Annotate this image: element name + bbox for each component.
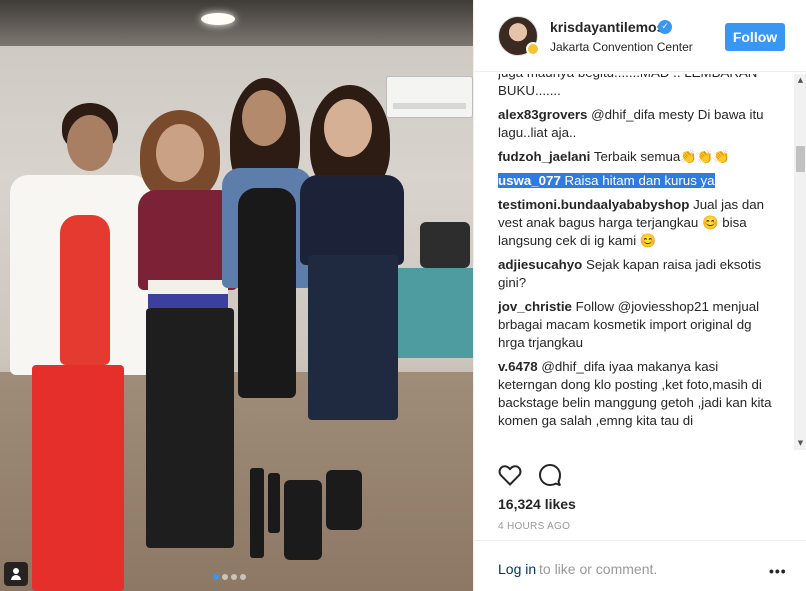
post-location[interactable]: Jakarta Convention Center [550, 40, 693, 54]
avatar-story-badge [526, 42, 540, 56]
follow-button[interactable]: Follow [725, 23, 785, 51]
comment-text: @dhif_difa iyaa makanya kasi keterngan d… [498, 359, 772, 428]
carousel-dot-3[interactable] [231, 574, 237, 580]
photo-ceiling [0, 0, 473, 46]
login-prompt-text: to like or comment. [539, 561, 658, 577]
comment-item: adjiesucahyo Sejak kapan raisa jadi ekso… [498, 256, 778, 292]
comment-username[interactable]: v.6478 [498, 359, 538, 374]
comments-list[interactable]: juga maunya begitu.......MAD .. LEMBARAN… [498, 74, 778, 450]
comment-item-selected: uswa_077 Raisa hitam dan kurus ya [498, 172, 778, 190]
carousel-dot-1[interactable] [213, 574, 219, 580]
photo-person-4 [284, 85, 410, 565]
photo-bag [420, 222, 470, 268]
comment-item: alex83grovers @dhif_difa mesty Di bawa i… [498, 106, 778, 142]
comment-item: testimoni.bundaalyababyshop Jual jas dan… [498, 196, 778, 250]
login-link[interactable]: Log in [498, 561, 536, 577]
speech-bubble-icon[interactable] [538, 463, 562, 487]
post-username[interactable]: krisdayantilemos [550, 19, 664, 35]
carousel-dot-4[interactable] [240, 574, 246, 580]
comment-item: v.6478 @dhif_difa iyaa makanya kasi kete… [498, 358, 778, 430]
post-timestamp[interactable]: 4 HOURS AGO [498, 521, 570, 532]
comment-text: juga maunya begitu.......MAD .. LEMBARAN… [498, 74, 757, 98]
comment-username[interactable]: alex83grovers [498, 107, 587, 122]
scroll-down-icon[interactable]: ▼ [794, 437, 806, 450]
comment-username[interactable]: jov_christie [498, 299, 572, 314]
comment-item: fudzoh_jaelani Terbaik semua👏👏👏 [498, 148, 778, 166]
comment-text: Raisa hitam dan kurus ya [564, 173, 715, 188]
comments-scrollbar[interactable]: ▲ ▼ [794, 74, 806, 450]
post-photo[interactable] [0, 0, 473, 591]
heart-outline-icon[interactable] [498, 464, 522, 486]
comment-username[interactable]: adjiesucahyo [498, 257, 582, 272]
comment-username[interactable]: testimoni.bundaalyababyshop [498, 197, 689, 212]
comment-username[interactable]: fudzoh_jaelani [498, 149, 590, 164]
scroll-up-icon[interactable]: ▲ [794, 74, 806, 87]
comment-text: Terbaik semua👏👏👏 [593, 149, 730, 164]
more-options-icon[interactable]: ••• [769, 563, 787, 579]
photo-ceiling-light [201, 13, 235, 25]
post-side-panel: krisdayantilemos ✓ Jakarta Convention Ce… [473, 0, 806, 591]
post-header: krisdayantilemos ✓ Jakarta Convention Ce… [474, 0, 806, 72]
carousel-indicator [213, 574, 246, 580]
likes-count[interactable]: 16,324 likes [498, 496, 576, 512]
carousel-dot-2[interactable] [222, 574, 228, 580]
scrollbar-thumb[interactable] [796, 146, 805, 172]
comment-item: jov_christie Follow @joviesshop21 menjua… [498, 298, 778, 352]
user-tag-glyph [11, 568, 21, 580]
comment-username[interactable]: uswa_077 [498, 173, 561, 188]
user-tag-icon[interactable] [4, 562, 28, 586]
comment-item: juga maunya begitu.......MAD .. LEMBARAN… [498, 74, 778, 100]
post-actions [498, 462, 562, 488]
verified-badge-icon: ✓ [658, 20, 672, 34]
post-footer: Log in to like or comment. ••• [474, 540, 806, 591]
